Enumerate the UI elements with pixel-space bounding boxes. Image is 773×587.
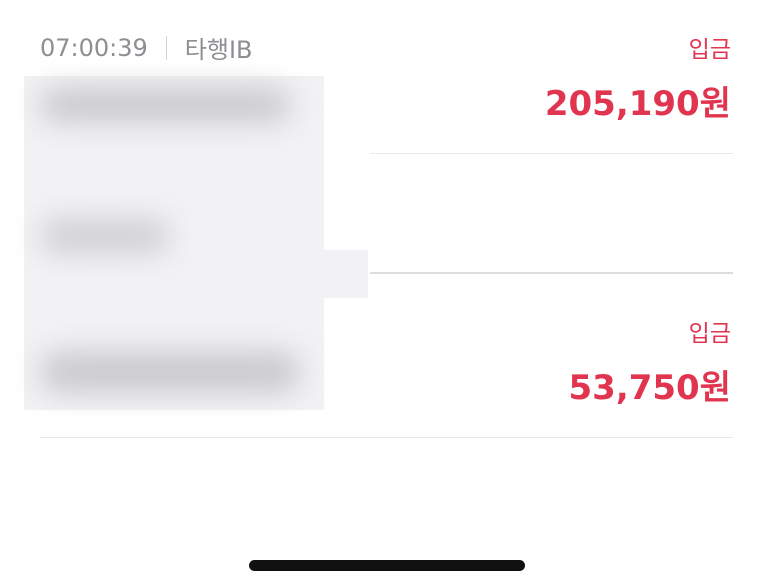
- transaction-amount: 205,190원: [544, 84, 731, 124]
- transaction-type: 입금: [688, 321, 731, 347]
- transaction-meta: 07:00:39 타행IB: [40, 30, 253, 65]
- transaction-time: 07:00:39: [40, 33, 148, 62]
- redacted-line: [40, 88, 290, 122]
- transaction-amount: 53,750원: [568, 368, 731, 408]
- meta-separator: [165, 35, 167, 60]
- transaction-type: 입금: [688, 37, 731, 63]
- transaction-counterparty: 타행IB: [184, 36, 253, 64]
- transaction-row-2[interactable]: 입금 53,750원: [0, 274, 773, 438]
- home-indicator[interactable]: [249, 560, 525, 571]
- row-divider: [370, 153, 733, 154]
- row-divider: [40, 437, 733, 438]
- redacted-line: [40, 218, 170, 254]
